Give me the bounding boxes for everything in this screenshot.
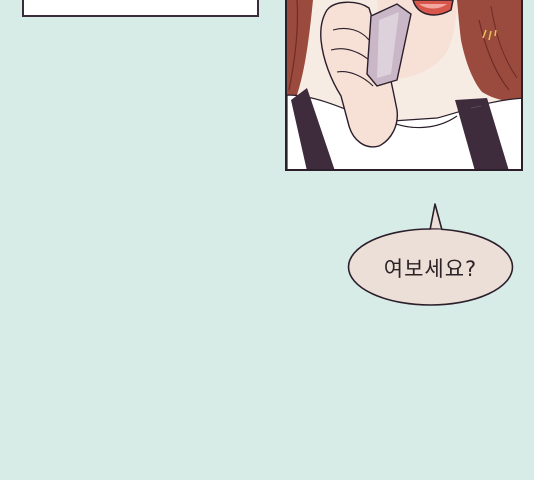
speech-bubble-text: 여보세요? — [383, 257, 478, 281]
speech-bubble: 여보세요? — [347, 203, 514, 306]
woman-on-phone-illustration — [287, 0, 521, 169]
phone-call-panel — [285, 0, 523, 171]
previous-panel-edge — [22, 0, 259, 17]
comic-page: 여보세요? — [0, 0, 534, 480]
